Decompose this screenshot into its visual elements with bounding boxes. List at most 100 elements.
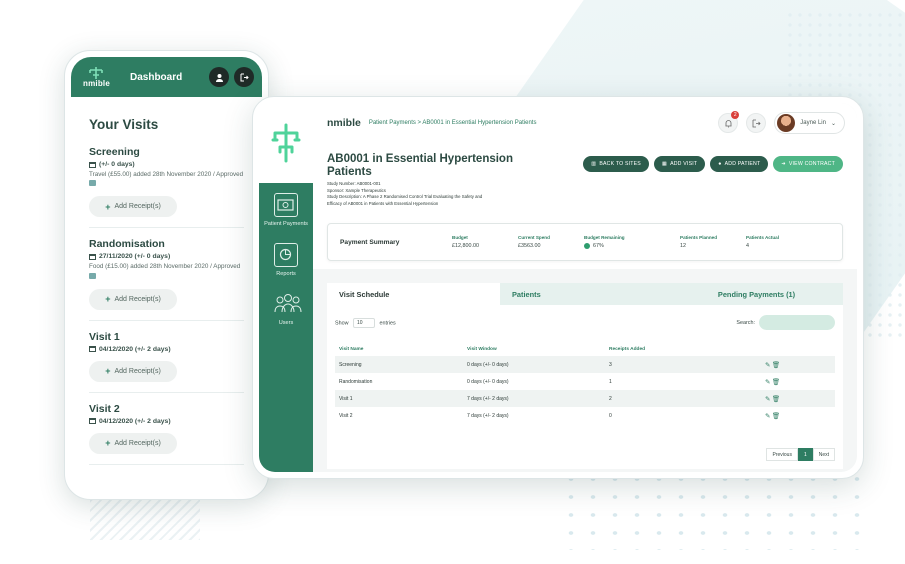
cell-receipts: 0 [609,412,612,419]
next-page-button[interactable]: Next [812,448,835,461]
edit-icon[interactable]: ✎ [765,413,770,420]
column-header [761,342,835,356]
bell-icon [725,119,732,127]
summary-heading: Budget [452,235,468,240]
notification-badge: 2 [731,111,740,119]
visit-date: 04/12/2020 (+/- 2 days) [89,418,244,425]
calendar-icon: ▦ [661,161,668,167]
user-menu[interactable]: Jayne Lin ⌄ [774,112,845,134]
status-dot-icon [584,243,590,249]
summary-label: Payment Summary [340,238,400,246]
back-to-sites-button[interactable]: ▥ BACK TO SITES [583,156,649,172]
table-row: Visit 2 7 days (+/- 2 days) 0 ✎ 🗑 [335,407,835,424]
visit-table-card: Show 10 entries Search: Visit Name Visit… [327,305,843,469]
logout-icon[interactable] [234,67,254,87]
tab-patients[interactable]: Patients [500,283,670,305]
column-header[interactable]: Visit Window [463,342,605,356]
tab-pending-payments[interactable]: Pending Payments (1) [670,283,843,305]
visit-date: 04/12/2020 (+/- 2 days) [89,346,244,353]
breadcrumb[interactable]: Patient Payments > AB0001 in Essential H… [369,120,710,126]
tablet-mockup: Patient Payments Reports Users nmible Pa… [252,96,864,479]
summary-value: 12 [680,243,686,249]
tablet-screen: Patient Payments Reports Users nmible Pa… [259,103,857,472]
entries-control: Show 10 entries [335,317,396,328]
phone-logo[interactable]: nmible [83,66,110,88]
tab-visit-schedule[interactable]: Visit Schedule [327,283,500,305]
add-receipt-button[interactable]: + Add Receipt(s) [89,360,177,382]
cell-visit-window: 7 days (+/- 2 days) [463,390,605,407]
visit-date: (+/- 0 days) [89,161,244,168]
sidebar-item-users[interactable]: Users [259,292,313,328]
table-header-row: Visit Name Visit Window Receipts Added [335,342,835,356]
plus-icon: + [105,294,111,304]
column-header[interactable]: Receipts Added [605,342,761,356]
page-title: AB0001 in Essential Hypertension Patient… [327,153,513,179]
show-label: Show [335,319,349,326]
search-input[interactable] [759,315,835,330]
sidebar-item-patient-payments[interactable]: Patient Payments [259,193,313,229]
calendar-icon [89,346,96,352]
add-receipt-label: Add Receipt(s) [114,203,161,211]
top-bar: nmible Patient Payments > AB0001 in Esse… [313,103,857,143]
row-actions: ✎ 🗑 [761,373,835,390]
cell-receipts: 1 [609,378,612,385]
logout-button[interactable] [746,113,767,133]
receipt-icon [89,180,96,187]
summary-actual: Patients Actual 4 [746,235,812,249]
cell-visit-name: Screening [335,356,463,373]
summary-heading: Patients Actual [746,235,780,240]
visit-note: Travel (£55.00) added 28th November 2020… [89,170,244,188]
add-visit-button[interactable]: ▦ ADD VISIT [653,156,706,172]
add-receipt-label: Add Receipt(s) [114,367,161,375]
summary-value: £3563.00 [518,243,541,249]
trash-icon[interactable]: 🗑 [772,379,780,386]
edit-icon[interactable]: ✎ [765,362,770,369]
previous-page-button[interactable]: Previous [766,448,798,461]
visit-schedule-panel: Visit Schedule Patients Pending Payments… [327,283,843,469]
visit-card: Screening (+/- 0 days) Travel (£55.00) a… [89,146,244,229]
summary-value: 67% [584,243,680,249]
brand-text[interactable]: nmible [327,117,361,129]
visit-name: Visit 2 [89,402,120,415]
visit-card: Visit 1 04/12/2020 (+/- 2 days) + Add Re… [89,331,244,393]
phone-header: nmible Dashboard [71,57,262,97]
column-header[interactable]: Visit Name [335,342,463,356]
visit-note-text: Travel (£55.00) added 28th November 2020… [89,171,244,178]
action-buttons: ▥ BACK TO SITES ▦ ADD VISIT ● ADD PATIEN… [583,156,843,172]
sidebar-logo[interactable] [259,103,313,183]
calendar-icon [89,253,96,260]
cell-visit-window: 0 days (+/- 0 days) [467,378,509,385]
edit-icon[interactable]: ✎ [765,379,770,386]
summary-remaining: Budget Remaining 67% [584,235,680,249]
user-icon[interactable] [209,67,229,87]
search-control: Search: [736,315,835,330]
edit-icon[interactable]: ✎ [765,396,770,403]
wallet-icon [274,193,298,217]
calendar-icon [89,418,96,424]
summary-heading: Current Spend [518,235,550,240]
visit-date-text: 27/11/2020 (+/- 0 days) [99,253,171,261]
user-icon: ● [718,161,722,167]
add-patient-button[interactable]: ● ADD PATIENT [710,156,769,172]
notification-button[interactable]: 2 [718,111,740,133]
add-receipt-button[interactable]: + Add Receipt(s) [89,432,177,454]
visit-date-text: (+/- 0 days) [99,161,135,168]
report-icon [274,242,298,267]
summary-planned: Patients Planned 12 [680,235,746,249]
page-1-button[interactable]: 1 [797,448,813,461]
trash-icon[interactable]: 🗑 [772,413,780,420]
trash-icon[interactable]: 🗑 [772,396,780,403]
visit-date-text: 04/12/2020 (+/- 2 days) [99,417,171,425]
cell-receipts: 3 [605,356,761,373]
view-contract-button[interactable]: ➜ VIEW CONTRACT [773,156,843,172]
add-receipt-button[interactable]: + Add Receipt(s) [89,288,177,310]
entries-select[interactable]: 10 [353,317,375,328]
add-receipt-button[interactable]: + Add Receipt(s) [89,196,177,218]
sidebar-item-reports[interactable]: Reports [259,242,313,279]
trash-icon[interactable]: 🗑 [772,362,780,369]
visit-card: Visit 2 04/12/2020 (+/- 2 days) + Add Re… [89,403,244,465]
row-actions: ✎ 🗑 [761,390,835,407]
user-name: Jayne Lin [800,120,826,126]
arrow-right-icon: ➜ [781,161,786,167]
study-description: Study Description: A Phase 2 Randomised … [327,194,483,206]
